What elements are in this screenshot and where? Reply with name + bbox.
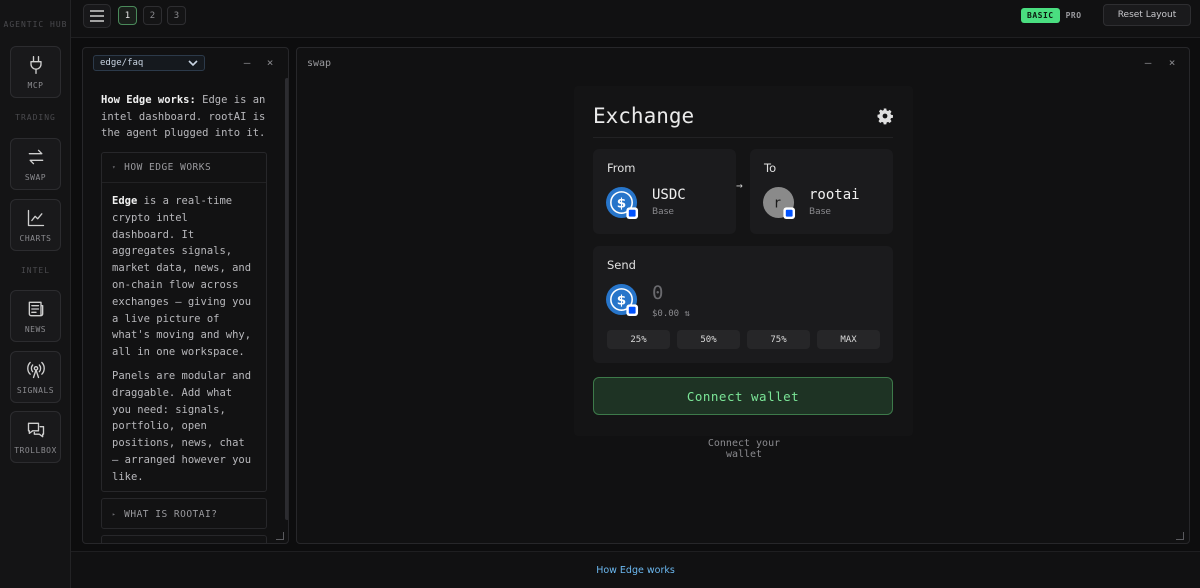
- to-token-symbol: rootai: [809, 187, 860, 203]
- send-amount-input[interactable]: 0: [652, 282, 663, 304]
- rootai-avatar-letter: r: [775, 194, 781, 211]
- rail-item-label: TROLLBOX: [14, 445, 57, 455]
- newspaper-icon: [28, 301, 43, 316]
- faq-section-content: Edge is a real-time crypto intel dashboa…: [102, 183, 266, 499]
- percent-75-button[interactable]: 75%: [747, 330, 810, 349]
- percent-max-button[interactable]: MAX: [817, 330, 880, 349]
- rail-item-swap[interactable]: SWAP: [10, 138, 61, 190]
- faq-section-how-edge-works: ▾ HOW EDGE WORKS Edge is a real-time cry…: [101, 152, 267, 492]
- left-rail: AGENTIC HUB MCP TRADING SWAP CHARTS INTE…: [0, 0, 71, 588]
- exchange-divider: [593, 137, 893, 138]
- faq-intro-title: How Edge works:: [101, 94, 196, 106]
- rail-item-label: SIGNALS: [16, 385, 55, 395]
- from-token-chain: Base: [652, 207, 674, 217]
- swap-panel-header: swap – ×: [297, 48, 1189, 78]
- mode-pro-option[interactable]: PRO: [1066, 11, 1082, 20]
- line-chart-icon: [27, 209, 44, 226]
- close-icon[interactable]: ×: [264, 56, 276, 69]
- close-icon[interactable]: ×: [1166, 56, 1178, 69]
- minimize-icon[interactable]: –: [1142, 56, 1154, 69]
- rail-section-trading: TRADING: [15, 113, 56, 122]
- swap-panel-title: swap: [307, 57, 332, 69]
- mode-basic-option[interactable]: BASIC: [1021, 7, 1060, 23]
- percent-50-button[interactable]: 50%: [677, 330, 740, 349]
- faq-lead-word: Edge: [112, 195, 138, 207]
- rail-item-label: NEWS: [24, 324, 47, 334]
- exchange-title: Exchange: [593, 104, 695, 128]
- rail-item-charts[interactable]: CHARTS: [10, 199, 61, 251]
- caret-right-icon: ▸: [112, 510, 117, 518]
- faq-scrollbar[interactable]: [285, 78, 288, 520]
- footer-bar: How Edge works: [71, 551, 1200, 588]
- faq-section-title: HOW EDGE WORKS: [124, 162, 212, 173]
- connect-wallet-button[interactable]: Connect wallet: [593, 377, 893, 415]
- chevron-down-icon: [188, 60, 198, 67]
- send-label: Send: [607, 258, 636, 272]
- connect-wallet-hint: Connect your wallet: [707, 438, 781, 460]
- faq-panel-header: edge/faq – ×: [83, 48, 288, 78]
- resize-handle[interactable]: [276, 532, 284, 540]
- from-token-symbol: USDC: [652, 187, 686, 203]
- faq-section-title: WHAT IS ROOTAI?: [124, 508, 218, 520]
- minimize-icon[interactable]: –: [241, 56, 253, 69]
- svg-text:$: $: [617, 292, 626, 308]
- usdc-token-icon: $: [606, 284, 639, 317]
- percent-25-button[interactable]: 25%: [607, 330, 670, 349]
- usdc-token-icon: $: [606, 187, 639, 220]
- caret-down-icon: ▾: [112, 164, 117, 171]
- from-token-box[interactable]: From $ USDC Base: [593, 149, 736, 234]
- plug-icon: [29, 55, 42, 74]
- resize-handle[interactable]: [1176, 532, 1184, 540]
- faq-section-header[interactable]: ▾ HOW EDGE WORKS: [102, 153, 266, 183]
- hamburger-icon: [90, 10, 104, 22]
- faq-topic-value: edge/faq: [100, 58, 144, 68]
- rail-item-label: MCP: [27, 80, 44, 90]
- from-label: From: [607, 161, 636, 175]
- exchange-card: Exchange From $ USDC Base → To r rootai …: [574, 86, 913, 436]
- svg-text:$: $: [617, 195, 626, 211]
- to-token-chain: Base: [809, 207, 831, 217]
- mode-toggle[interactable]: BASIC PRO: [1021, 7, 1082, 23]
- rail-item-signals[interactable]: SIGNALS: [10, 351, 61, 403]
- faq-paragraph-2: Panels are modular and draggable. Add wh…: [112, 369, 252, 483]
- rootai-token-icon: r: [763, 187, 796, 220]
- rail-item-label: SWAP: [24, 172, 47, 182]
- rail-item-news[interactable]: NEWS: [10, 290, 61, 342]
- faq-section-header[interactable]: ▸ WHAT IS ROOTAI?: [102, 499, 266, 529]
- swap-direction-arrow-icon[interactable]: →: [736, 179, 743, 192]
- workspace-tab-3[interactable]: 3: [167, 6, 186, 25]
- rail-item-mcp[interactable]: MCP: [10, 46, 61, 98]
- swap-arrows-icon: [28, 149, 43, 164]
- to-label: To: [764, 161, 777, 175]
- chat-bubbles-icon: [27, 422, 44, 437]
- broadcast-icon: [26, 361, 45, 378]
- to-token-box[interactable]: To r rootai Base: [750, 149, 893, 234]
- reset-layout-button[interactable]: Reset Layout: [1103, 4, 1191, 26]
- workspace-tab-2[interactable]: 2: [143, 6, 162, 25]
- faq-panel: edge/faq – × How Edge works: Edge is an …: [82, 47, 289, 544]
- faq-intro: How Edge works: Edge is an intel dashboa…: [101, 92, 271, 142]
- send-usd-value[interactable]: $0.00 ⇅: [652, 309, 690, 319]
- gear-icon[interactable]: [876, 107, 894, 125]
- swap-panel: swap – × Exchange From $ USDC Base → To …: [296, 47, 1190, 544]
- app-root: AGENTIC HUB MCP TRADING SWAP CHARTS INTE…: [0, 0, 1200, 588]
- faq-section-next[interactable]: [101, 535, 267, 543]
- rail-item-label: CHARTS: [19, 233, 52, 243]
- rail-item-trollbox[interactable]: TROLLBOX: [10, 411, 61, 463]
- workspace-tab-1[interactable]: 1: [118, 6, 137, 25]
- top-bar: 1 2 3 BASIC PRO Reset Layout: [71, 0, 1200, 38]
- menu-button[interactable]: [83, 4, 111, 28]
- how-edge-works-link[interactable]: How Edge works: [71, 565, 1200, 576]
- rail-brand: AGENTIC HUB: [3, 20, 68, 29]
- faq-topic-select[interactable]: edge/faq: [93, 55, 205, 71]
- faq-section-what-is-rootai[interactable]: ▸ WHAT IS ROOTAI?: [101, 498, 267, 529]
- rail-section-intel: INTEL: [20, 266, 51, 275]
- faq-paragraph-1: is a real-time crypto intel dashboard. I…: [112, 195, 252, 359]
